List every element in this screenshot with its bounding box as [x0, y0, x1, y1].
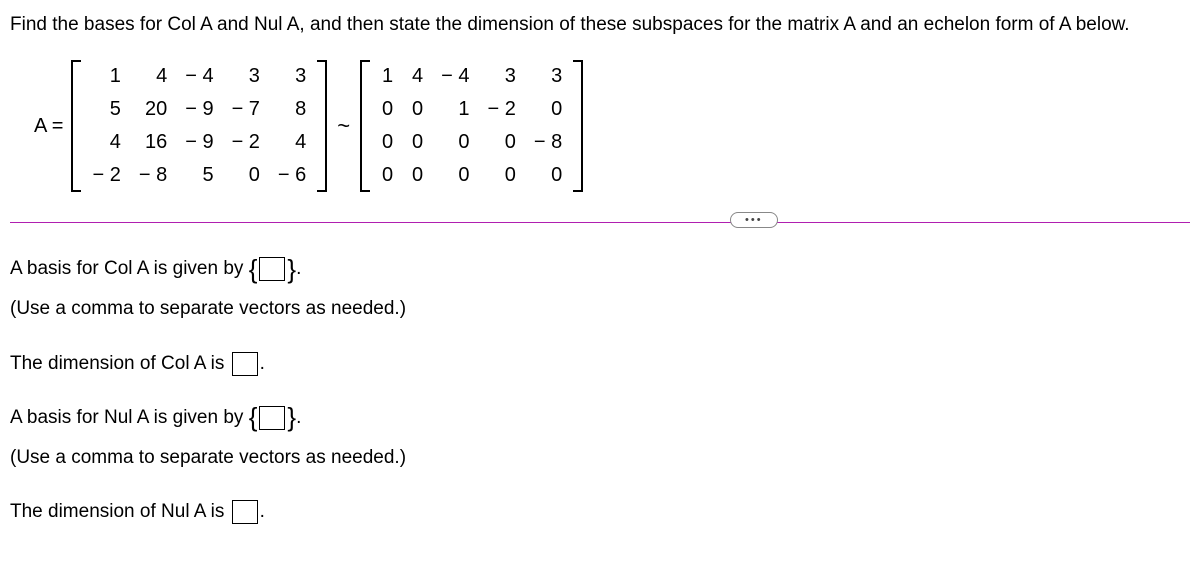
- nulA-hint: (Use a comma to separate vectors as need…: [10, 442, 1190, 474]
- matrix-cell: 0: [372, 93, 402, 126]
- answer-section: A basis for Col A is given by { } . (Use…: [10, 253, 1190, 529]
- nulA-basis-prefix: A basis for Nul A is given by: [10, 407, 249, 428]
- colA-dim-line: The dimension of Col A is .: [10, 348, 1190, 380]
- matrix-cell: − 7: [223, 93, 269, 126]
- nulA-basis-line: A basis for Nul A is given by { } .: [10, 402, 1190, 434]
- question-text: Find the bases for Col A and Nul A, and …: [10, 14, 1190, 36]
- more-button[interactable]: •••: [730, 212, 778, 228]
- colA-dim-suffix: .: [260, 353, 265, 374]
- matrix-cell: 20: [130, 93, 176, 126]
- colA-hint: (Use a comma to separate vectors as need…: [10, 293, 1190, 325]
- right-brace-icon: }: [287, 407, 296, 428]
- colA-basis-input[interactable]: [259, 257, 285, 281]
- matrix-cell: 0: [402, 126, 432, 159]
- matrix-cell: − 4: [176, 60, 222, 93]
- nulA-dim-prefix: The dimension of Nul A is: [10, 501, 230, 522]
- matrix-label: A =: [34, 115, 63, 138]
- left-brace-icon: {: [249, 407, 258, 428]
- matrix-cell: 4: [130, 60, 176, 93]
- matrix-cell: 8: [269, 93, 315, 126]
- matrix-cell: 0: [402, 159, 432, 192]
- separator: •••: [10, 222, 1190, 223]
- matrix-cell: 0: [525, 93, 571, 126]
- matrix-cell: − 2: [223, 126, 269, 159]
- right-brace-icon: }: [287, 259, 296, 280]
- matrix-cell: − 8: [525, 126, 571, 159]
- left-brace-icon: {: [249, 259, 258, 280]
- matrix-cell: − 9: [176, 93, 222, 126]
- matrix-A: 14− 433520− 9− 78416− 9− 24− 2− 850− 6: [71, 60, 327, 192]
- matrix-equation: A = 14− 433520− 9− 78416− 9− 24− 2− 850−…: [34, 60, 1190, 192]
- matrix-cell: 0: [432, 126, 478, 159]
- colA-basis-suffix: .: [296, 258, 301, 279]
- matrix-cell: 5: [83, 93, 129, 126]
- matrix-echelon: 14− 433001− 200000− 800000: [360, 60, 583, 192]
- colA-basis-prefix: A basis for Col A is given by: [10, 258, 249, 279]
- nulA-dim-input[interactable]: [232, 500, 258, 524]
- tilde-symbol: ~: [337, 113, 350, 139]
- matrix-cell: 0: [372, 159, 402, 192]
- matrix-cell: 4: [269, 126, 315, 159]
- matrix-cell: 0: [223, 159, 269, 192]
- matrix-cell: 0: [479, 159, 525, 192]
- matrix-cell: 1: [83, 60, 129, 93]
- matrix-cell: 3: [525, 60, 571, 93]
- matrix-cell: 1: [432, 93, 478, 126]
- matrix-cell: 0: [525, 159, 571, 192]
- matrix-cell: 0: [479, 126, 525, 159]
- matrix-cell: 3: [479, 60, 525, 93]
- nulA-basis-input[interactable]: [259, 406, 285, 430]
- nulA-dim-line: The dimension of Nul A is .: [10, 496, 1190, 528]
- colA-dim-input[interactable]: [232, 352, 258, 376]
- matrix-cell: 3: [223, 60, 269, 93]
- matrix-cell: − 6: [269, 159, 315, 192]
- matrix-cell: 0: [372, 126, 402, 159]
- matrix-cell: 0: [402, 93, 432, 126]
- matrix-cell: − 9: [176, 126, 222, 159]
- matrix-cell: 3: [269, 60, 315, 93]
- colA-basis-line: A basis for Col A is given by { } .: [10, 253, 1190, 285]
- matrix-cell: − 8: [130, 159, 176, 192]
- matrix-cell: − 2: [479, 93, 525, 126]
- matrix-cell: − 2: [83, 159, 129, 192]
- colA-basis-input-wrap: { }: [249, 257, 296, 281]
- matrix-cell: 5: [176, 159, 222, 192]
- matrix-cell: 0: [432, 159, 478, 192]
- matrix-cell: 4: [83, 126, 129, 159]
- matrix-cell: − 4: [432, 60, 478, 93]
- nulA-basis-input-wrap: { }: [249, 406, 296, 430]
- nulA-dim-suffix: .: [260, 501, 265, 522]
- nulA-basis-suffix: .: [296, 407, 301, 428]
- matrix-cell: 4: [402, 60, 432, 93]
- colA-dim-prefix: The dimension of Col A is: [10, 353, 230, 374]
- matrix-cell: 1: [372, 60, 402, 93]
- matrix-cell: 16: [130, 126, 176, 159]
